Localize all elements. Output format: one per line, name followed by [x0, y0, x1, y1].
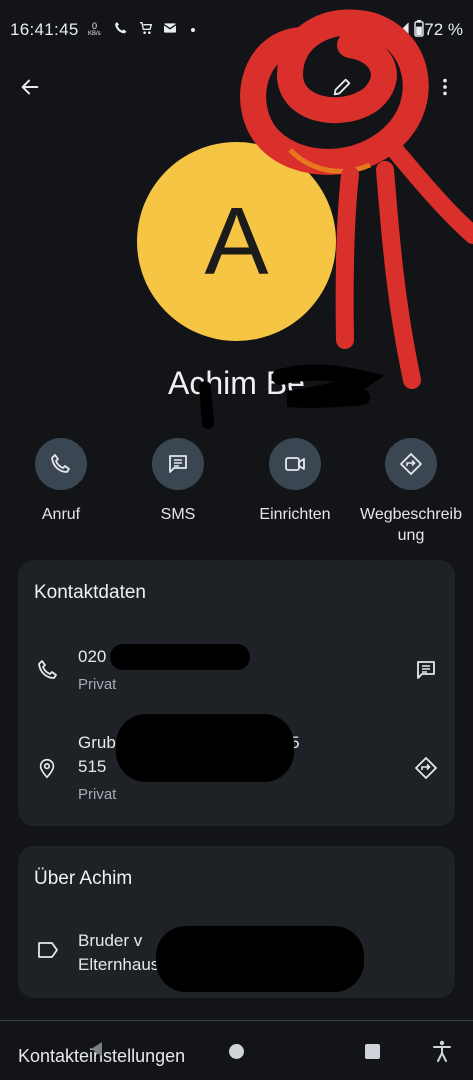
nav-home-icon[interactable]	[229, 1044, 244, 1059]
address-line1: Grub	[78, 733, 116, 752]
nav-back-icon[interactable]	[88, 1040, 106, 1058]
address-line2: 515	[78, 757, 107, 776]
phone-row[interactable]: 020 Privat	[18, 636, 455, 706]
bottom-divider	[0, 1020, 473, 1021]
directions-icon[interactable]	[414, 756, 438, 780]
phone-redaction	[110, 644, 250, 670]
about-card: Über Achim Bruder v Elternhaus	[18, 846, 455, 998]
video-icon	[285, 457, 305, 471]
contact-details-card: Kontaktdaten 020 Privat Grub 4 5 515 Pri…	[18, 560, 455, 826]
address-redaction	[116, 714, 294, 782]
phone-type: Privat	[78, 676, 117, 693]
directions-icon	[400, 453, 422, 475]
about-title: Über Achim	[34, 868, 133, 889]
phone-icon	[38, 660, 57, 679]
about-redaction	[156, 926, 364, 992]
message-icon[interactable]	[414, 658, 438, 682]
label-tag-icon	[38, 942, 58, 958]
address-type: Privat	[78, 786, 117, 803]
address-row[interactable]: Grub 4 5 515 Privat	[18, 714, 455, 816]
directions-action-label: Wegbeschreibung	[360, 506, 462, 544]
sms-action-button[interactable]: SMS	[123, 438, 233, 525]
setup-action-label: Einrichten	[259, 506, 331, 523]
nav-recents-icon[interactable]	[365, 1044, 380, 1059]
about-text-line2: Elternhaus	[78, 955, 160, 974]
accessibility-icon[interactable]	[432, 1040, 452, 1062]
red-annotation-scribble	[240, 9, 473, 389]
call-action-button[interactable]: Anruf	[6, 438, 116, 525]
sms-action-label: SMS	[160, 506, 196, 523]
location-pin-icon	[39, 758, 55, 779]
about-text-line1: Bruder v	[78, 931, 143, 950]
setup-video-action-button[interactable]: Einrichten	[240, 438, 350, 525]
quick-actions: Anruf SMS Einrichten Wegbeschreibung	[0, 438, 473, 548]
phone-number: 020	[78, 647, 107, 666]
phone-icon	[51, 454, 70, 473]
directions-action-button[interactable]: Wegbeschreibung	[356, 438, 466, 546]
call-action-label: Anruf	[41, 506, 81, 523]
contact-details-title: Kontaktdaten	[34, 582, 146, 603]
message-icon	[169, 455, 187, 473]
